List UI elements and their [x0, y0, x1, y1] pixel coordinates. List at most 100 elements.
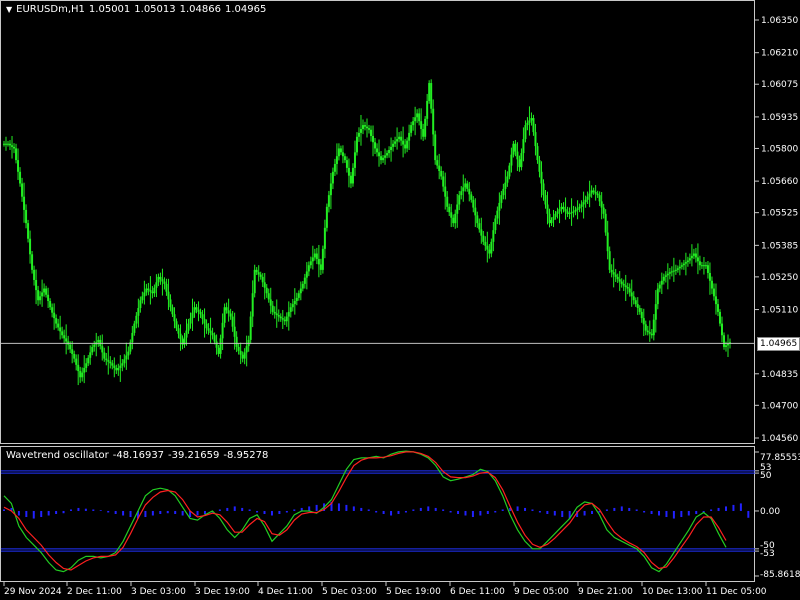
candle-body: [576, 208, 579, 210]
time-tick-label: 2 Dec 11:00: [67, 587, 122, 597]
candle-body: [592, 190, 595, 193]
candle-body: [462, 187, 465, 192]
candle-body: [446, 196, 449, 207]
candle-body: [349, 175, 352, 184]
candle-body: [608, 251, 611, 270]
candle-body: [406, 140, 409, 149]
candle-body: [408, 132, 411, 141]
candle-body: [636, 304, 639, 309]
candle-body: [586, 196, 589, 200]
candle-body: [642, 318, 645, 325]
candle-body: [604, 213, 607, 233]
candle-body: [355, 136, 358, 153]
price-tick-label: 1.06075: [761, 80, 798, 90]
candle-body: [686, 260, 689, 263]
candle-body: [482, 235, 485, 242]
candle-body: [55, 318, 58, 324]
candle-body: [361, 125, 364, 129]
candle-body: [97, 339, 100, 343]
candle-body: [540, 171, 543, 184]
candle-body: [177, 328, 180, 334]
candle-body: [209, 330, 212, 333]
time-tick-label: 3 Dec 03:00: [131, 587, 186, 597]
candle-body: [33, 269, 36, 280]
candle-body: [398, 136, 401, 140]
candle-body: [251, 293, 254, 317]
candle-body: [147, 288, 150, 291]
candle-body: [173, 314, 176, 322]
candle-body: [558, 209, 561, 212]
candle-body: [15, 148, 18, 161]
osc-tick-label: 0.00: [760, 507, 780, 517]
candle-body: [297, 293, 300, 298]
candle-body: [500, 195, 503, 203]
time-tick-label: 5 Dec 19:00: [386, 587, 441, 597]
price-tick-label: 1.05935: [761, 113, 798, 123]
price-tick-label: 1.06210: [761, 49, 798, 59]
candle-body: [664, 275, 667, 277]
candle-body: [722, 335, 725, 347]
candle-body: [291, 304, 294, 308]
candle-body: [640, 311, 643, 319]
time-tick-label: 3 Dec 19:00: [195, 587, 250, 597]
candle-body: [410, 125, 413, 133]
candle-body: [614, 274, 617, 277]
candle-body: [185, 330, 188, 338]
candle-body: [696, 257, 699, 262]
candle-body: [233, 326, 236, 337]
candle-body: [133, 323, 136, 333]
candle-body: [281, 318, 284, 320]
candle-body: [207, 328, 210, 331]
candle-body: [434, 134, 437, 161]
candle-body: [708, 272, 711, 281]
time-tick-label: 29 Nov 2024: [4, 587, 62, 597]
candle-body: [325, 206, 328, 228]
candle-body: [474, 207, 477, 216]
candle-body: [137, 308, 140, 316]
candle-body: [412, 121, 415, 126]
price-tick-label: 1.05385: [761, 241, 798, 251]
candle-body: [470, 194, 473, 200]
candle-body: [141, 296, 144, 301]
candle-body: [11, 145, 14, 147]
candle-body: [622, 283, 625, 286]
candle-body: [678, 266, 681, 269]
candle-body: [548, 213, 551, 224]
candle-body: [416, 113, 419, 118]
candle-body: [321, 248, 324, 270]
candle-body: [103, 352, 106, 359]
candle-body: [323, 227, 326, 249]
candle-body: [688, 258, 691, 261]
candle-body: [343, 156, 346, 161]
candle-body: [620, 281, 623, 284]
candle-body: [464, 183, 467, 188]
candle-body: [442, 176, 445, 187]
candle-body: [139, 300, 142, 309]
candle-body: [718, 311, 721, 324]
candle-body: [512, 143, 515, 155]
candle-body: [263, 282, 266, 288]
candle-body: [458, 195, 461, 205]
candle-body: [404, 144, 407, 149]
candle-body: [157, 276, 160, 283]
candle-body: [257, 272, 260, 275]
candle-body: [570, 212, 573, 214]
price-tick-label: 1.05800: [761, 144, 798, 154]
candle-body: [199, 311, 202, 315]
candle-body: [91, 346, 94, 353]
candle-body: [73, 353, 76, 359]
current-price-box: 1.04965: [757, 337, 800, 351]
candle-body: [121, 363, 124, 366]
candle-body: [452, 217, 455, 224]
candles-layer: [2, 79, 732, 386]
candle-body: [187, 323, 190, 331]
time-tick-label: 4 Dec 11:00: [258, 587, 313, 597]
osc-tick-label: -53: [760, 549, 775, 559]
candle-body: [638, 308, 641, 312]
time-tick-label: 10 Dec 13:00: [642, 587, 703, 597]
candle-body: [534, 132, 537, 147]
candle-body: [225, 307, 228, 311]
candle-body: [727, 343, 729, 346]
candle-body: [149, 290, 152, 292]
candle-body: [155, 282, 158, 288]
